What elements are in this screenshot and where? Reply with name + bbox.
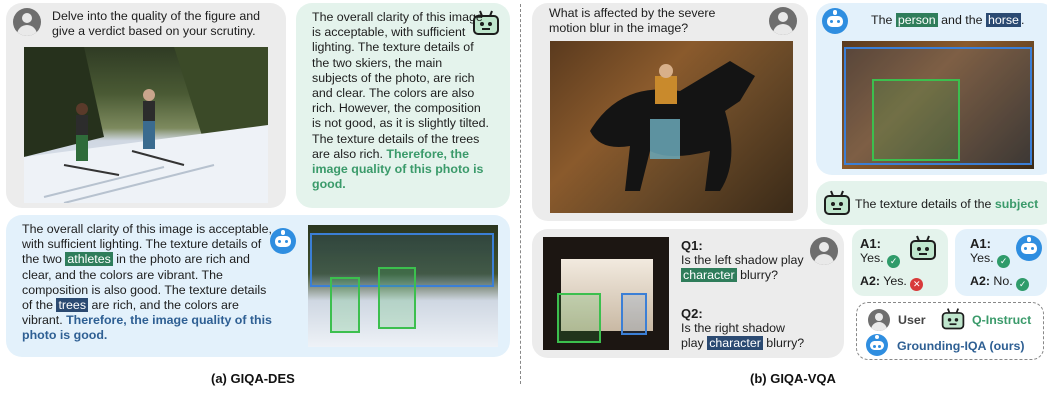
des-user-prompt: Delve into the quality of the figure and… <box>52 9 261 39</box>
q1-text-post: blurry? <box>740 268 778 283</box>
user-avatar-icon <box>13 8 41 36</box>
qinstruct-a1-value: Yes. <box>860 251 884 266</box>
horse-illustration <box>590 61 755 191</box>
grounding-iqa-robot-icon <box>1016 235 1042 261</box>
check-icon: ✓ <box>1016 278 1030 291</box>
qinstruct-a2-label: A2: <box>860 274 880 288</box>
legend-qinstruct-icon <box>941 308 965 330</box>
caption-giqa-vqa: (b) GIQA-VQA <box>750 371 836 386</box>
des-tag-athletes: athletes <box>65 252 113 267</box>
vqa-q2: Q2: Is the right shadow play character b… <box>681 306 809 352</box>
bbox-athlete-left <box>330 277 360 333</box>
legend-grounding-label: Grounding-IQA (ours) <box>897 339 1025 353</box>
vqa-grounding-suffix: . <box>1020 13 1025 27</box>
qinstruct-robot-icon <box>824 190 850 215</box>
q1-tag-character: character <box>681 268 737 283</box>
legend-grounding-icon <box>866 334 888 356</box>
user-avatar-icon <box>769 7 797 35</box>
des-grounding-answer: The overall clarity of this image is acc… <box>22 222 272 344</box>
q1-label: Q1: <box>681 238 703 253</box>
legend-qinstruct-label: Q-Instruct <box>972 313 1032 327</box>
vqa-question: What is affected by the severe motion bl… <box>549 6 716 36</box>
des-qinstruct-text: The overall clarity of this image is acc… <box>312 10 489 161</box>
qinstruct-a2: A2: Yes. ✕ <box>860 274 946 291</box>
q2-label: Q2: <box>681 306 703 321</box>
vqa-tag-person: person <box>895 13 938 27</box>
des-qinstruct-answer: The overall clarity of this image is acc… <box>312 10 490 192</box>
skiers-illustration <box>24 47 268 203</box>
grounding-a2: A2: No. ✓ <box>970 274 1046 291</box>
vqa-grounding-answer: The person and the horse. <box>871 13 1047 28</box>
qinstruct-a2-value: Yes. <box>883 274 907 288</box>
bbox-left-character <box>557 293 601 343</box>
vqa-q1: Q1: Is the left shadow play character bl… <box>681 238 809 284</box>
horse-grounded-photo <box>842 41 1034 169</box>
vqa-qinstruct-answer: The texture details of the subject <box>855 197 1047 212</box>
vqa-tag-horse: horse <box>985 13 1021 27</box>
vqa-qinstruct-prefix: The texture details of the <box>855 197 992 211</box>
des-tag-trees: trees <box>56 298 89 313</box>
q1-text-pre: Is the left shadow play <box>681 253 804 268</box>
section-divider <box>520 4 521 384</box>
qinstruct-a1: A1: Yes. ✓ <box>860 236 910 269</box>
q2-text-post: blurry? <box>766 336 805 351</box>
grounding-a2-value: No. <box>993 274 1013 288</box>
legend-user-label: User <box>898 313 926 327</box>
bbox-athlete-right <box>378 267 416 329</box>
grounding-a1-value: Yes. <box>970 251 994 266</box>
q2-tag-character: character <box>707 336 763 351</box>
grounding-a1-label: A1: <box>970 236 991 251</box>
check-icon: ✓ <box>887 255 901 269</box>
vqa-qinstruct-subject: subject <box>994 197 1039 211</box>
qinstruct-robot-icon <box>910 235 936 260</box>
vqa-grounding-prefix: The <box>871 13 893 27</box>
vqa-grounding-mid: and the <box>941 13 983 27</box>
bbox-person <box>872 79 960 161</box>
user-avatar-icon <box>810 237 838 265</box>
cross-icon: ✕ <box>910 278 924 291</box>
grounding-a2-label: A2: <box>970 274 990 288</box>
check-icon: ✓ <box>997 255 1011 269</box>
grounding-a1: A1: Yes. ✓ <box>970 236 1020 269</box>
horse-photo <box>550 41 793 213</box>
shadow-play-photo <box>543 237 669 350</box>
qinstruct-a1-label: A1: <box>860 236 881 251</box>
skiers-photo <box>24 47 268 203</box>
grounding-iqa-robot-icon <box>822 8 848 34</box>
bbox-right-character <box>621 293 647 335</box>
legend-user-icon <box>868 309 890 331</box>
caption-giqa-des: (a) GIQA-DES <box>211 371 295 386</box>
grounding-iqa-robot-icon <box>270 228 296 254</box>
skiers-grounded-photo <box>308 225 498 347</box>
